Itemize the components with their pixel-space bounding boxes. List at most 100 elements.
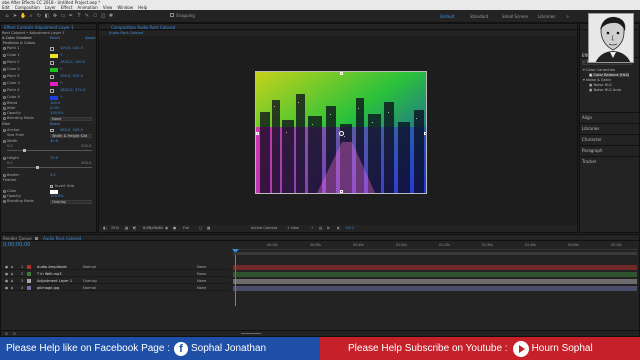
- stopwatch-icon[interactable]: [3, 54, 6, 57]
- work-area-bar[interactable]: [233, 252, 637, 255]
- stopwatch-icon[interactable]: [3, 129, 6, 132]
- crosshair-icon[interactable]: [50, 75, 54, 79]
- puppet-tool-icon[interactable]: ✱: [108, 13, 114, 19]
- height-slider-handle[interactable]: [36, 165, 39, 169]
- label-color-swatch[interactable]: [27, 272, 31, 276]
- width-slider-handle[interactable]: [23, 148, 26, 152]
- stopwatch-icon[interactable]: [3, 112, 6, 115]
- layer-name[interactable]: gllimage.jpg: [37, 285, 59, 291]
- more-workspaces-icon[interactable]: »: [566, 14, 569, 20]
- panel-align[interactable]: Align: [580, 112, 639, 122]
- exposure-value[interactable]: +0.0: [345, 225, 354, 232]
- stamp-tool-icon[interactable]: ⎔: [92, 13, 98, 19]
- timeline-icon[interactable]: ▤: [319, 225, 322, 232]
- color-swatch[interactable]: [50, 82, 58, 86]
- effect-item[interactable]: ▣ Noise HLS Auto: [589, 88, 621, 92]
- render-queue-tab[interactable]: Render Queue: [3, 236, 32, 241]
- effect-controls-tab[interactable]: Effect Controls Adjustment Layer 1: [4, 25, 74, 30]
- color-swatch[interactable]: [50, 68, 58, 72]
- grid-blending-dropdown[interactable]: Overlay: [50, 199, 92, 204]
- invert-grid-checkbox[interactable]: [50, 185, 53, 188]
- expand-icon[interactable]: ⊟: [13, 332, 16, 336]
- anchor-point-icon[interactable]: [339, 131, 344, 136]
- snapshot-icon[interactable]: ◉: [165, 225, 168, 232]
- eye-icon[interactable]: ●: [5, 278, 8, 284]
- height-slider[interactable]: [7, 165, 92, 169]
- exposure-icon[interactable]: ◐: [337, 225, 340, 232]
- pen-tool-icon[interactable]: ✒: [68, 13, 74, 19]
- stopwatch-icon[interactable]: [3, 82, 6, 85]
- eye-icon[interactable]: ●: [5, 285, 8, 291]
- stopwatch-icon[interactable]: [3, 200, 6, 203]
- grid-color-swatch[interactable]: [50, 190, 58, 194]
- point-value[interactable]: 100.0, 100.0: [60, 46, 83, 51]
- audio-icon[interactable]: ◖: [11, 271, 13, 277]
- layer-name[interactable]: T In Well.mp3: [37, 271, 62, 277]
- camera-tool-icon[interactable]: ◧: [44, 13, 50, 19]
- point-value[interactable]: 1820.0, 100.0: [60, 60, 85, 65]
- layer-parent[interactable]: None: [197, 278, 206, 284]
- eyedropper-icon[interactable]: ✎: [60, 95, 63, 100]
- layer-duration-bar[interactable]: [233, 278, 637, 284]
- timeline-comp-tab[interactable]: Audio Rect Colored: [43, 236, 81, 241]
- stopwatch-icon[interactable]: [3, 61, 6, 64]
- eyedropper-icon[interactable]: ✎: [60, 67, 63, 72]
- color-swatch[interactable]: [50, 96, 58, 100]
- current-time-display[interactable]: 0;00;00;00: [143, 225, 163, 232]
- crosshair-icon[interactable]: [50, 47, 54, 51]
- show-channel-icon[interactable]: ●: [173, 225, 176, 232]
- crosshair-icon[interactable]: [50, 61, 54, 65]
- blending-mode-dropdown[interactable]: None: [50, 116, 92, 121]
- label-color-swatch[interactable]: [27, 286, 31, 290]
- panel-libraries[interactable]: Libraries: [580, 123, 639, 133]
- stopwatch-icon[interactable]: [3, 47, 6, 50]
- layer-duration-bar[interactable]: [233, 264, 637, 270]
- youtube-play-icon[interactable]: [512, 340, 529, 357]
- rectangle-tool-icon[interactable]: ▭: [60, 13, 66, 19]
- stopwatch-icon[interactable]: [3, 107, 6, 110]
- effect-item[interactable]: ▣ Noise HLS: [589, 83, 612, 87]
- stopwatch-icon[interactable]: [3, 190, 6, 193]
- transparency-grid-icon[interactable]: ▩: [207, 225, 210, 232]
- point-value[interactable]: 100.0, 972.0: [60, 74, 83, 79]
- table-row[interactable]: ● ◖ 3 Adjustment Layer 1 Overlay None: [1, 278, 230, 284]
- home-icon[interactable]: ⌂: [4, 13, 10, 19]
- stopwatch-icon[interactable]: [3, 89, 6, 92]
- stopwatch-icon[interactable]: [3, 140, 6, 143]
- layer-parent[interactable]: None: [197, 264, 206, 270]
- point-value[interactable]: 1820.0, 972.0: [60, 88, 85, 93]
- transform-handle[interactable]: [424, 132, 426, 135]
- facebook-icon[interactable]: f: [174, 341, 188, 356]
- type-tool-icon[interactable]: T: [76, 13, 82, 19]
- effect-folder[interactable]: ▾ Noise & Grain: [583, 78, 611, 82]
- workspace-libraries[interactable]: Libraries: [538, 14, 555, 19]
- flowchart-icon[interactable]: ⧉: [327, 225, 330, 232]
- panel-paragraph[interactable]: Paragraph: [580, 145, 639, 155]
- rotate-tool-icon[interactable]: ↻: [36, 13, 42, 19]
- pan-behind-tool-icon[interactable]: ✥: [52, 13, 58, 19]
- fast-previews-icon[interactable]: ⚡: [311, 225, 314, 232]
- zoom-slider[interactable]: [241, 333, 261, 334]
- table-row[interactable]: ● ◖ 1 Audio Amplitude Normal None: [1, 264, 230, 270]
- transform-handle[interactable]: [256, 132, 259, 135]
- grid-guides-icon[interactable]: ▦: [125, 225, 128, 232]
- audio-icon[interactable]: ◖: [11, 264, 13, 270]
- table-row[interactable]: ● ◖ 4 gllimage.jpg Normal None: [1, 285, 230, 291]
- mask-visibility-icon[interactable]: ◩: [133, 225, 136, 232]
- facebook-page-name[interactable]: Sophal Jonathan: [191, 343, 266, 354]
- panel-character[interactable]: Character: [580, 134, 639, 144]
- eye-icon[interactable]: ●: [5, 271, 8, 277]
- label-color-swatch[interactable]: [27, 279, 31, 283]
- composition-tab[interactable]: Composition Audio Rect Colored: [111, 25, 175, 30]
- transform-handle[interactable]: [340, 72, 343, 75]
- region-of-interest-icon[interactable]: ▢: [199, 225, 202, 232]
- table-row[interactable]: ● ◖ 2 T In Well.mp3 None: [1, 271, 230, 277]
- stopwatch-icon[interactable]: [3, 195, 6, 198]
- zoom-tool-icon[interactable]: ⌕: [28, 13, 34, 19]
- audio-icon[interactable]: ◖: [11, 278, 13, 284]
- close-icon[interactable]: [35, 236, 38, 240]
- size-from-dropdown[interactable]: Width & Height Slid: [50, 133, 92, 138]
- workspace-standard[interactable]: Standard: [470, 14, 488, 19]
- camera-dropdown[interactable]: Active Camera: [251, 225, 277, 232]
- stopwatch-icon[interactable]: [3, 75, 6, 78]
